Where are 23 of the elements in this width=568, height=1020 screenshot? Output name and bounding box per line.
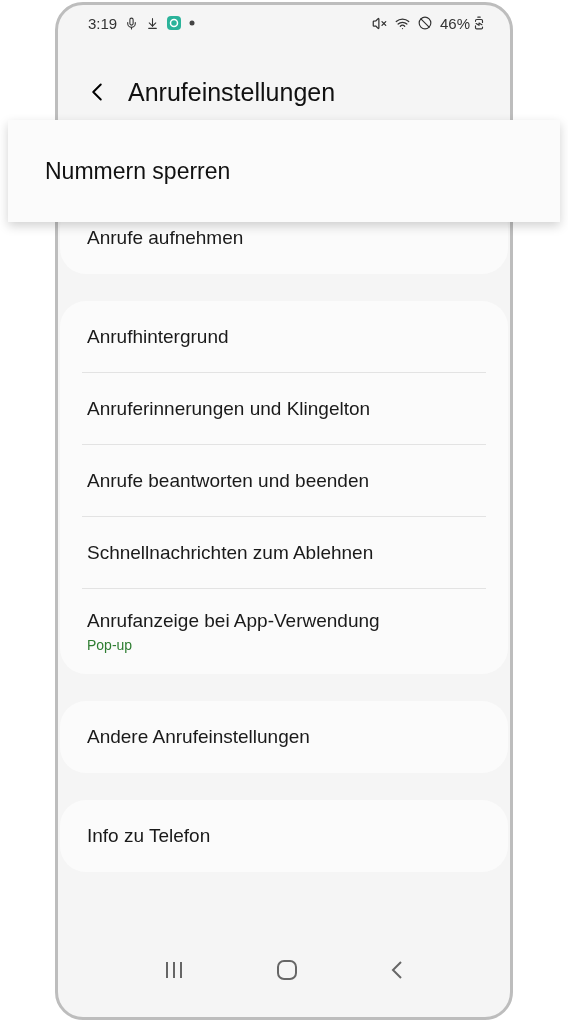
setting-value: Pop-up: [87, 637, 134, 653]
mute-icon: [371, 15, 387, 31]
highlight-card[interactable]: Nummern sperren: [8, 120, 560, 222]
home-icon[interactable]: [276, 959, 298, 981]
app-icon: [167, 16, 182, 30]
setting-item[interactable]: Anruferinnerungen und Klingelton: [87, 397, 481, 420]
setting-item[interactable]: Anrufe aufnehmen: [87, 227, 481, 249]
block-icon: [417, 16, 432, 30]
wifi-icon: [394, 15, 410, 31]
setting-item[interactable]: Schnellnachrichten zum Ablehnen: [87, 541, 481, 564]
setting-item[interactable]: Nummern sperren: [45, 157, 231, 185]
setting-item[interactable]: Anrufhintergrund: [87, 325, 481, 348]
setting-item[interactable]: Andere Anrufeinstellungen: [87, 726, 481, 748]
setting-item[interactable]: Anrufanzeige bei App-Verwendung: [87, 610, 481, 632]
dot-icon: [189, 20, 196, 26]
time: 3:19: [88, 14, 118, 32]
battery-percent: 46%: [439, 14, 470, 32]
setting-item[interactable]: Anrufe beantworten und beenden: [87, 469, 481, 492]
page-title: Anrufeinstellungen: [128, 77, 336, 107]
recent-apps-icon[interactable]: [164, 961, 184, 979]
setting-item[interactable]: Info zu Telefon: [87, 825, 481, 847]
microphone-icon: [125, 16, 139, 30]
battery-icon: [472, 16, 486, 30]
